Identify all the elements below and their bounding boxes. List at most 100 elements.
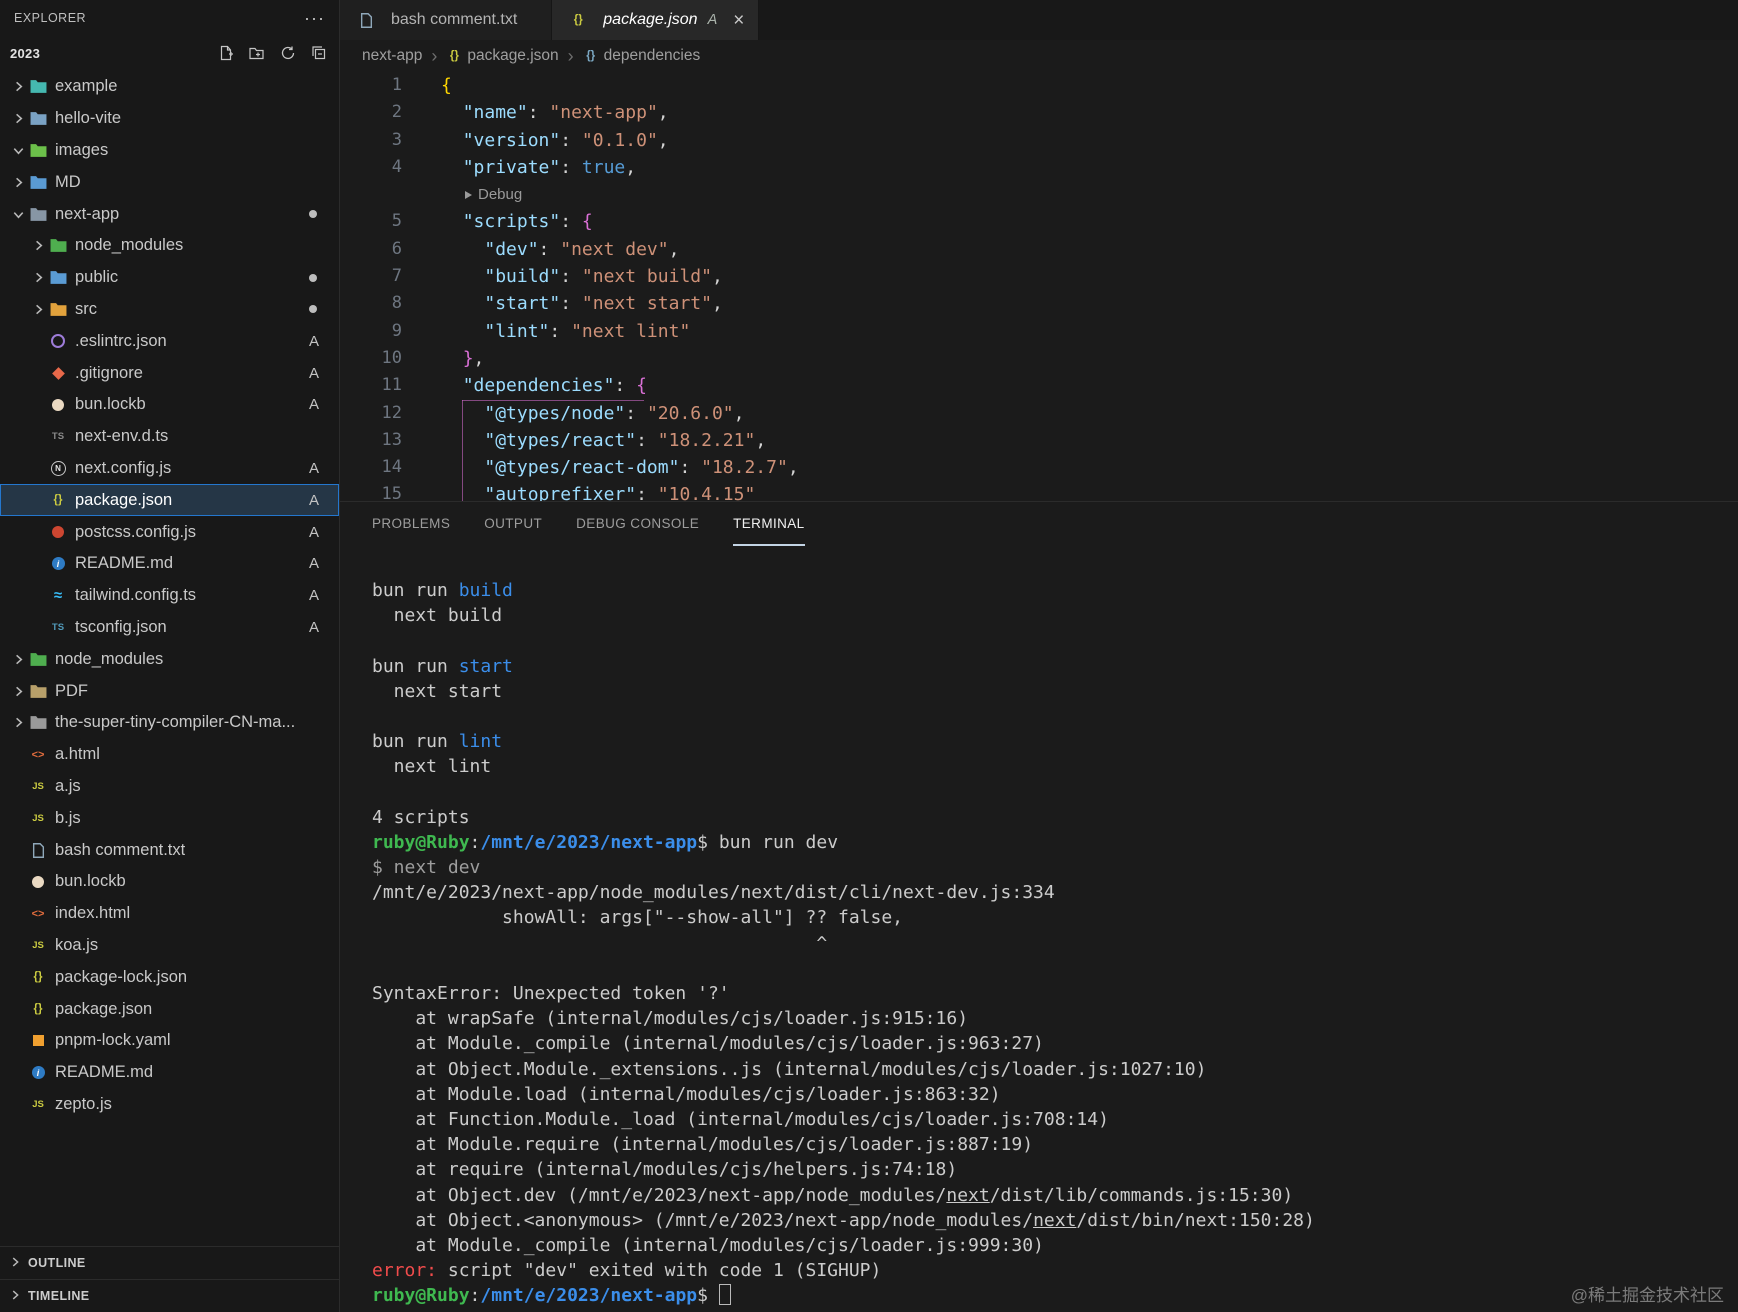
- git-status-badge: A: [308, 332, 319, 350]
- close-icon[interactable]: ×: [733, 11, 744, 30]
- new-folder-icon[interactable]: [249, 45, 265, 61]
- tree-folder-next-app[interactable]: next-app: [0, 198, 339, 230]
- collapse-all-icon[interactable]: [311, 45, 327, 61]
- tree-file-bun-lockb[interactable]: bun.lockb: [0, 866, 339, 898]
- tree-file-koa-js[interactable]: JS koa.js: [0, 930, 339, 962]
- tree-file-zepto-js[interactable]: JS zepto.js: [0, 1089, 339, 1121]
- terminal-line: at Module._compile (internal/modules/cjs…: [372, 1234, 1044, 1256]
- terminal-line: ruby@Ruby:/mnt/e/2023/next-app$: [372, 1283, 1738, 1308]
- code-editor[interactable]: 1{2 "name": "next-app", 3 "version": "0.1…: [340, 72, 1738, 501]
- breadcrumb-item-next-app[interactable]: next-app: [362, 47, 422, 65]
- js-icon: JS: [32, 939, 44, 951]
- chevron-separator-icon: ›: [431, 45, 438, 66]
- tab-bash-comment-txt[interactable]: bash comment.txt: [340, 0, 553, 40]
- tree-file-pnpm-lock-yaml[interactable]: pnpm-lock.yaml: [0, 1025, 339, 1057]
- tree-file-tsconfig-json[interactable]: TS tsconfig.json A: [0, 612, 339, 644]
- tree-item-label: package-lock.json: [55, 967, 188, 986]
- tree-file-tailwind-config-ts[interactable]: ≈ tailwind.config.ts A: [0, 580, 339, 612]
- tree-file-gitignore[interactable]: .gitignore A: [0, 357, 339, 389]
- timeline-section-header[interactable]: TIMELINE: [0, 1279, 339, 1312]
- tree-folder-node-modules[interactable]: node_modules: [0, 230, 339, 262]
- chevron-right-icon: [8, 1255, 22, 1272]
- breadcrumb-item-package-json[interactable]: {} package.json: [446, 47, 559, 65]
- file-tree: example hello-vite images MD next-app node_mo…: [0, 70, 339, 1246]
- more-actions-icon[interactable]: ···: [304, 8, 325, 29]
- postcss-icon: [48, 523, 68, 541]
- tree-folder-pdf[interactable]: PDF: [0, 675, 339, 707]
- tree-file-readme-md[interactable]: i README.md A: [0, 548, 339, 580]
- tree-item-label: public: [75, 268, 119, 287]
- breadcrumb-item-dependencies[interactable]: {} dependencies: [583, 47, 700, 65]
- tab-label: bash comment.txt: [391, 11, 518, 28]
- panel-tab-terminal[interactable]: TERMINAL: [733, 502, 805, 546]
- tree-folder-md[interactable]: MD: [0, 166, 339, 198]
- tree-folder-public[interactable]: public: [0, 262, 339, 294]
- panel-tab-output[interactable]: OUTPUT: [484, 502, 542, 546]
- line-content: "@types/react": "18.2.21",: [484, 429, 767, 451]
- folder-icon: [48, 237, 68, 255]
- line-number: 5: [391, 211, 402, 232]
- tree-folder-node-modules[interactable]: node_modules: [0, 643, 339, 675]
- git-status-badge: A: [308, 618, 319, 636]
- code-line: 14 "@types/react-dom": "18.2.7",: [340, 454, 1738, 481]
- new-file-icon[interactable]: [218, 45, 234, 61]
- tree-file-readme-md[interactable]: i README.md: [0, 1057, 339, 1089]
- tree-item-label: the-super-tiny-compiler-CN-ma...: [55, 713, 296, 732]
- line-number: 14: [381, 457, 402, 478]
- code-line: 15 "autoprefixer": "10.4.15": [340, 481, 1738, 501]
- tree-file-bun-lockb[interactable]: bun.lockb A: [0, 389, 339, 421]
- chevron-right-icon: [28, 302, 48, 317]
- git-status-badge: A: [308, 491, 319, 509]
- workspace-section-header[interactable]: 2023: [0, 36, 339, 70]
- panel-tab-problems[interactable]: PROBLEMS: [372, 502, 450, 546]
- tree-folder-hello-vite[interactable]: hello-vite: [0, 103, 339, 135]
- codelens-line: Debug: [340, 181, 1738, 208]
- tree-item-label: next-env.d.ts: [75, 427, 169, 446]
- refresh-icon[interactable]: [280, 45, 296, 61]
- terminal-output[interactable]: bun run build next build bun run start n…: [340, 546, 1738, 1312]
- tree-item-label: node_modules: [55, 649, 164, 668]
- terminal-line: next lint: [372, 756, 492, 778]
- line-number: 2: [391, 102, 402, 123]
- tree-file-package-json[interactable]: {} package.json: [0, 993, 339, 1025]
- line-content: "build": "next build",: [484, 266, 723, 288]
- tree-file-index-html[interactable]: <> index.html: [0, 898, 339, 930]
- tree-file-postcss-config-js[interactable]: postcss.config.js A: [0, 516, 339, 548]
- tree-folder-the-super-tiny-compiler-cn-ma[interactable]: the-super-tiny-compiler-CN-ma...: [0, 707, 339, 739]
- tree-item-label: a.js: [55, 776, 81, 795]
- tree-file-next-env-d-ts[interactable]: TS next-env.d.ts: [0, 421, 339, 453]
- folder-icon: [28, 110, 48, 128]
- tree-file-a-html[interactable]: <> a.html: [0, 739, 339, 771]
- next-icon: N: [48, 459, 68, 477]
- git-icon: [48, 364, 68, 382]
- editor-tabbar: bash comment.txt {} package.json A ×: [340, 0, 1738, 40]
- line-content: },: [462, 347, 485, 369]
- tree-file-a-js[interactable]: JS a.js: [0, 771, 339, 803]
- code-line: 1{: [340, 72, 1738, 99]
- modified-dot-icon: [309, 210, 317, 219]
- terminal-line: bun run start: [372, 655, 513, 677]
- json-icon: {}: [573, 14, 583, 26]
- code-line: 8 "start": "next start",: [340, 290, 1738, 317]
- tree-file-next-config-js[interactable]: Nnext.config.js A: [0, 453, 339, 485]
- terminal-line: ^: [372, 932, 828, 954]
- tree-file-eslintrc-json[interactable]: .eslintrc.json A: [0, 325, 339, 357]
- tree-file-bash-comment-txt[interactable]: bash comment.txt: [0, 834, 339, 866]
- tree-folder-src[interactable]: src: [0, 294, 339, 326]
- js-icon: JS: [32, 780, 44, 792]
- tree-file-package-json[interactable]: {} package.json A: [0, 484, 339, 517]
- debug-codelens[interactable]: Debug: [426, 181, 522, 208]
- chevron-right-icon: [8, 79, 28, 94]
- tree-file-b-js[interactable]: JS b.js: [0, 802, 339, 834]
- tree-file-package-lock-json[interactable]: {} package-lock.json: [0, 961, 339, 993]
- chevron-separator-icon: ›: [567, 45, 574, 66]
- tree-folder-images[interactable]: images: [0, 135, 339, 167]
- bun-icon: [48, 396, 68, 414]
- panel-tab-debug-console[interactable]: DEBUG CONSOLE: [576, 502, 699, 546]
- tree-folder-example[interactable]: example: [0, 71, 339, 103]
- tab-package-json[interactable]: {} package.json A ×: [552, 0, 760, 40]
- tree-item-label: next-app: [55, 204, 120, 223]
- outline-section-header[interactable]: OUTLINE: [0, 1246, 339, 1279]
